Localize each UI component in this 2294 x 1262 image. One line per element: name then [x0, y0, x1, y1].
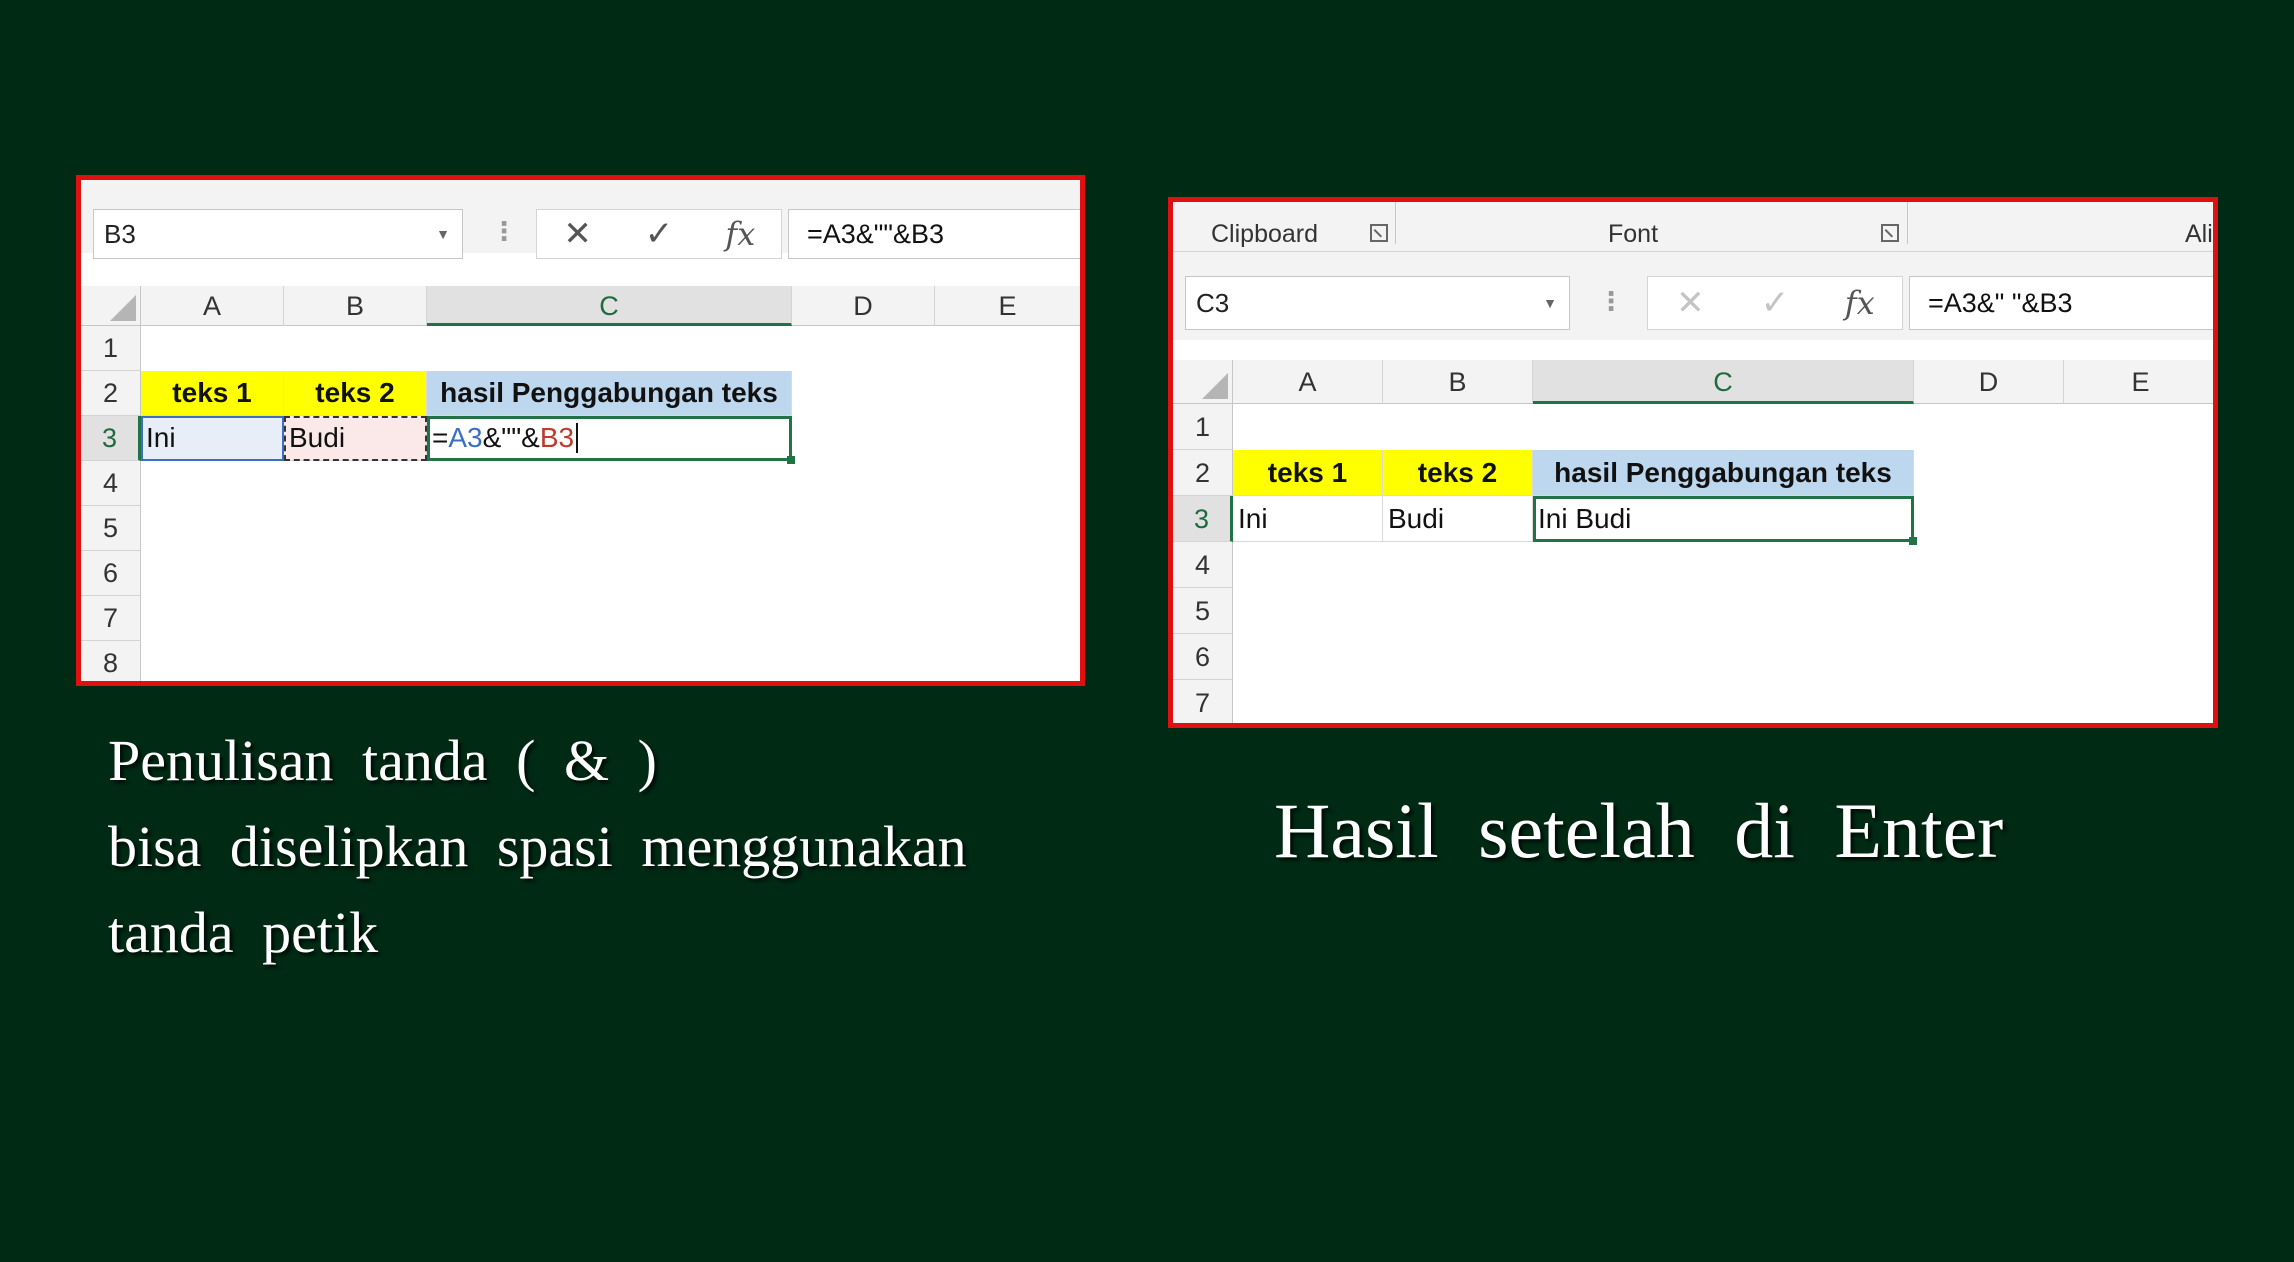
row-header-2[interactable]: 2	[1173, 450, 1233, 496]
column-header-a[interactable]: A	[1233, 360, 1383, 404]
cell-a3[interactable]: Ini	[1233, 496, 1383, 542]
formula-concat: &""&	[482, 422, 540, 453]
fill-handle[interactable]	[787, 456, 795, 464]
cell-b2[interactable]: teks 2	[1383, 450, 1533, 496]
ribbon-separator	[1395, 202, 1396, 244]
more-options-icon: ⋮	[1598, 286, 1624, 316]
name-box[interactable]: C3 ▼	[1185, 276, 1570, 330]
row-header-2[interactable]: 2	[81, 371, 141, 416]
chevron-down-icon[interactable]: ▼	[436, 226, 450, 242]
select-all-corner[interactable]	[1173, 360, 1233, 404]
row-header-5[interactable]: 5	[81, 506, 141, 551]
cell-c2[interactable]: hasil Penggabungan teks	[427, 371, 792, 416]
cell-c3-editing[interactable]: = A3 &""& B3	[427, 416, 792, 461]
ribbon-alignment-label: Alig	[2185, 220, 2213, 248]
name-box[interactable]: B3 ▼	[93, 209, 463, 259]
worksheet-grid: A B C D E 1 2 3 4 5 6 7 teks 1 teks 2 ha…	[1173, 360, 2213, 723]
name-box-value: C3	[1196, 287, 1230, 318]
cell-c3-result[interactable]: Ini Budi	[1533, 496, 1914, 542]
check-icon[interactable]: ✓	[1733, 283, 1818, 323]
formula-buttons: ✕ ✓ fx	[536, 209, 782, 259]
cell-c2[interactable]: hasil Penggabungan teks	[1533, 450, 1914, 496]
column-header-e[interactable]: E	[2064, 360, 2213, 404]
row-header-3[interactable]: 3	[81, 416, 141, 461]
excel-panel-editing: B3 ▼ ⋮ ✕ ✓ fx =A3&""&B3 A B C D E 1 2 3 …	[76, 175, 1085, 686]
cell-b3[interactable]: Budi	[1383, 496, 1533, 542]
row-header-4[interactable]: 4	[1173, 542, 1233, 588]
text-caret	[576, 423, 579, 453]
formula-ref-a3: A3	[448, 422, 483, 453]
fx-icon[interactable]: fx	[700, 215, 781, 253]
ribbon-separator	[1907, 202, 1908, 244]
row-header-7[interactable]: 7	[81, 596, 141, 641]
row-header-7[interactable]: 7	[1173, 680, 1233, 723]
formula-eq: =	[432, 422, 449, 453]
ribbon-font-label: Font	[1608, 220, 1659, 248]
x-icon[interactable]: ✕	[537, 214, 618, 254]
select-all-corner[interactable]	[81, 286, 141, 326]
cell-b3[interactable]: Budi	[284, 416, 427, 461]
x-icon[interactable]: ✕	[1648, 283, 1733, 323]
font-launcher-icon[interactable]	[1881, 224, 1899, 242]
row-header-1[interactable]: 1	[81, 326, 141, 371]
formula-text: =A3&" "&B3	[1928, 287, 2073, 318]
worksheet-grid: A B C D E 1 2 3 4 5 6 7 8 teks 1 teks 2 …	[81, 286, 1080, 681]
row-header-1[interactable]: 1	[1173, 404, 1233, 450]
column-header-c[interactable]: C	[1533, 360, 1914, 404]
formula-bar: C3 ▼ ⋮ ✕ ✓ fx =A3&" "&B3	[1173, 252, 2213, 340]
row-header-5[interactable]: 5	[1173, 588, 1233, 634]
name-box-value: B3	[104, 218, 136, 249]
formula-input[interactable]: =A3&" "&B3	[1909, 276, 2213, 330]
column-header-c[interactable]: C	[427, 286, 792, 326]
row-header-8[interactable]: 8	[81, 641, 141, 681]
chevron-down-icon[interactable]: ▼	[1543, 295, 1557, 311]
column-header-d[interactable]: D	[1914, 360, 2064, 404]
clipboard-launcher-icon[interactable]	[1370, 224, 1388, 242]
cell-a3[interactable]: Ini	[141, 416, 284, 461]
row-header-6[interactable]: 6	[81, 551, 141, 596]
caption-right: Hasil setelah di Enter	[1274, 787, 2004, 874]
caption-left-line1: Penulisan tanda ( & )	[108, 728, 657, 793]
column-header-a[interactable]: A	[141, 286, 284, 326]
formula-text: =A3&""&B3	[807, 218, 945, 249]
formula-ref-b3: B3	[539, 422, 575, 453]
formula-buttons: ✕ ✓ fx	[1647, 276, 1903, 330]
check-icon[interactable]: ✓	[618, 214, 699, 254]
excel-panel-result: Clipboard Font Alig C3 ▼ ⋮ ✕ ✓ fx =A3&" …	[1168, 197, 2218, 728]
ribbon-clipboard-label: Clipboard	[1211, 220, 1319, 248]
row-header-4[interactable]: 4	[81, 461, 141, 506]
fx-icon[interactable]: fx	[1817, 284, 1902, 322]
row-header-3[interactable]: 3	[1173, 496, 1233, 542]
cell-b2[interactable]: teks 2	[284, 371, 427, 416]
column-header-b[interactable]: B	[1383, 360, 1533, 404]
column-header-b[interactable]: B	[284, 286, 427, 326]
ribbon-group-labels: Clipboard Font Alig	[1173, 202, 2213, 252]
column-header-e[interactable]: E	[935, 286, 1080, 326]
column-header-d[interactable]: D	[792, 286, 935, 326]
caption-left: Penulisan tanda ( & ) bisa diselipkan sp…	[108, 718, 967, 976]
fill-handle[interactable]	[1909, 537, 1917, 545]
formula-input[interactable]: =A3&""&B3	[788, 209, 1080, 259]
caption-left-line2: bisa diselipkan spasi menggunakan	[108, 814, 967, 879]
cell-a2[interactable]: teks 1	[1233, 450, 1383, 496]
more-options-icon: ⋮	[491, 216, 517, 246]
caption-left-line3: tanda petik	[108, 900, 379, 965]
row-header-6[interactable]: 6	[1173, 634, 1233, 680]
formula-bar: B3 ▼ ⋮ ✕ ✓ fx =A3&""&B3	[81, 180, 1080, 259]
cell-a2[interactable]: teks 1	[141, 371, 284, 416]
